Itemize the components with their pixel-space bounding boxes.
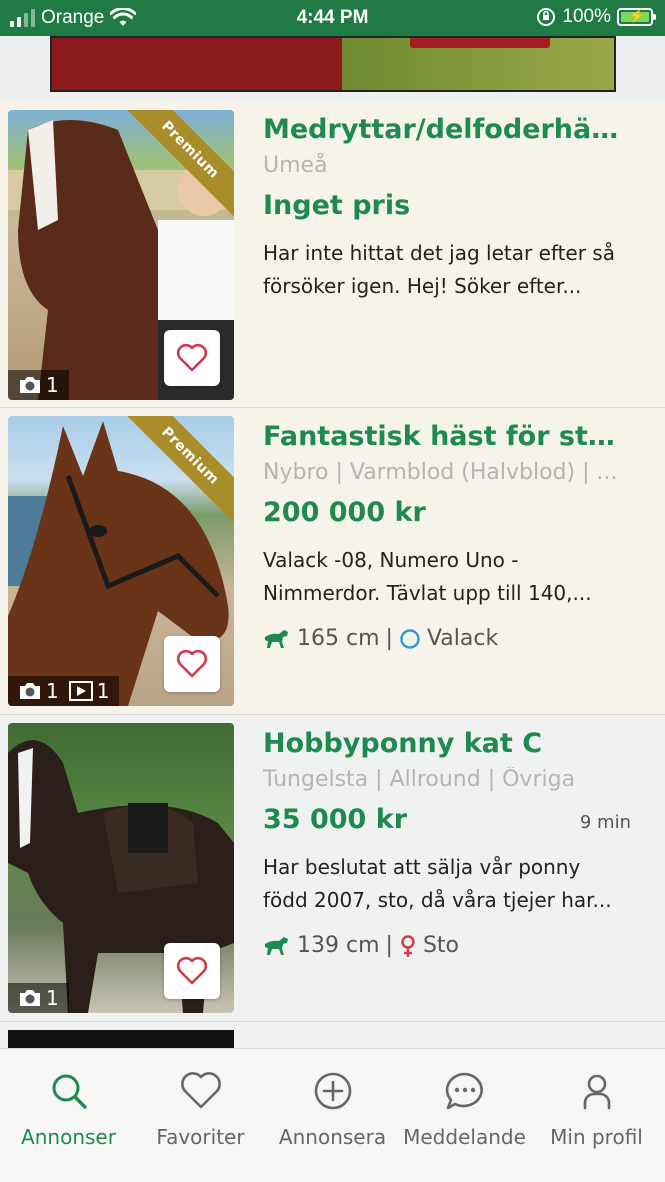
gelding-icon	[400, 628, 420, 649]
tab-label: Annonsera	[278, 1125, 387, 1149]
price-value: Inget pris	[263, 190, 411, 221]
search-icon	[52, 1074, 87, 1109]
listing-photo[interactable]: Premium 1 1	[8, 416, 234, 706]
listing-info: Hobbyponny kat C Tungelsta | Allround | …	[263, 728, 643, 958]
price-value: 35 000 kr	[263, 804, 408, 835]
listing-price: 200 000 kr	[263, 497, 643, 528]
plus-circle-icon	[314, 1072, 351, 1110]
ad-banner-button	[410, 38, 550, 48]
photo-count: 1	[46, 679, 59, 703]
tab-label: Favoriter	[156, 1125, 245, 1149]
listing-description: Valack -08, Numero Uno - Nimmerdor. Tävl…	[263, 544, 629, 610]
photo-count: 1	[46, 373, 59, 397]
favorite-button[interactable]	[164, 943, 220, 999]
orientation-lock-icon	[537, 8, 556, 26]
camera-icon	[20, 990, 40, 1006]
tab-label: Meddelande	[403, 1125, 526, 1149]
horse-height: 165 cm	[297, 626, 380, 651]
price-value: 200 000 kr	[263, 497, 426, 528]
listing-card[interactable]: 1 Hobbyponny kat C Tungelsta | Allround …	[0, 716, 665, 1022]
favorite-button[interactable]	[164, 330, 220, 386]
horse-icon	[264, 629, 288, 648]
listing-title[interactable]: Fantastisk häst för större...	[263, 421, 633, 452]
tab-bar: Annonser Favoriter Annonsera Meddelande …	[0, 1048, 665, 1182]
horse-icon	[264, 936, 288, 955]
listing-price: 35 000 kr 9 min	[263, 804, 643, 835]
listing-attributes: 139 cm | Sto	[263, 933, 643, 958]
listing-description: Har beslutat att sälja vår ponny född 20…	[263, 851, 629, 917]
listing-location: Tungelsta | Allround | Övriga	[263, 767, 576, 792]
heart-icon	[180, 1072, 221, 1109]
horse-height: 139 cm	[297, 933, 380, 958]
battery-percent: 100%	[562, 6, 611, 27]
listing-info: Medryttar/delfoderhäst... Umeå Inget pri…	[263, 114, 643, 303]
status-bar: Orange 4:44 PM 100%	[0, 0, 665, 36]
listing-title[interactable]: Medryttar/delfoderhäst...	[263, 114, 633, 145]
description-line: försöker igen. Hej! Söker efter...	[263, 274, 582, 298]
user-icon	[583, 1074, 610, 1110]
tab-annonser[interactable]: Annonser	[2, 1071, 135, 1149]
media-count: 1	[8, 983, 69, 1013]
description-line: Har inte hittat det jag letar efter så	[263, 241, 615, 265]
heart-icon	[176, 649, 208, 678]
listing-attributes: 165 cm | Valack	[263, 626, 643, 651]
tab-annonsera[interactable]: Annonsera	[266, 1071, 399, 1149]
camera-icon	[20, 683, 40, 699]
female-icon	[401, 934, 415, 957]
media-count: 1 1	[8, 676, 120, 706]
horse-gender: Sto	[422, 933, 459, 958]
listing-title[interactable]: Hobbyponny kat C	[263, 728, 633, 759]
attr-separator: |	[385, 626, 393, 651]
listing-location: Nybro | Varmblod (Halvblod) | ...	[263, 460, 618, 485]
listing-time: 9 min	[579, 812, 631, 833]
video-count: 1	[96, 679, 110, 703]
tab-label: Annonser	[21, 1125, 116, 1149]
description-line: Har beslutat att sälja vår ponny	[263, 855, 581, 879]
chat-icon	[445, 1072, 483, 1110]
media-count: 1	[8, 370, 69, 400]
listing-card[interactable]: Premium 1 1 Fantastisk häst för större..…	[0, 409, 665, 715]
listing-photo[interactable]: Premium 1	[8, 110, 234, 400]
description-line: Valack -08, Numero Uno -	[263, 548, 519, 572]
description-line: Nimmerdor. Tävlat upp till 140,...	[263, 581, 592, 605]
listing-card-partial[interactable]	[0, 1022, 665, 1050]
heart-icon	[176, 343, 208, 372]
tab-meddelande[interactable]: Meddelande	[398, 1071, 531, 1149]
heart-icon	[176, 956, 208, 985]
listing-photo[interactable]: 1	[8, 723, 234, 1013]
listing-price: Inget pris	[263, 190, 643, 221]
ad-banner[interactable]	[50, 36, 616, 92]
photo-count: 1	[46, 986, 59, 1010]
attr-separator: |	[385, 933, 393, 958]
description-line: född 2007, sto, då våra tjejer har...	[263, 888, 612, 912]
favorite-button[interactable]	[164, 636, 220, 692]
listing-info: Fantastisk häst för större... Nybro | Va…	[263, 421, 643, 651]
camera-icon	[20, 377, 40, 393]
tab-label: Min profil	[550, 1125, 643, 1149]
status-right: 100%	[536, 6, 656, 28]
listing-card[interactable]: Premium 1 Medryttar/delfoderhäst... Umeå…	[0, 102, 665, 408]
listing-location: Umeå	[263, 153, 328, 178]
battery-icon	[617, 8, 656, 26]
listing-description: Har inte hittat det jag letar efter så f…	[263, 237, 629, 303]
tab-favoriter[interactable]: Favoriter	[134, 1071, 267, 1149]
listing-photo-partial	[8, 1030, 234, 1050]
video-icon	[68, 681, 93, 701]
tab-min-profil[interactable]: Min profil	[530, 1071, 663, 1149]
horse-gender: Valack	[426, 626, 499, 651]
